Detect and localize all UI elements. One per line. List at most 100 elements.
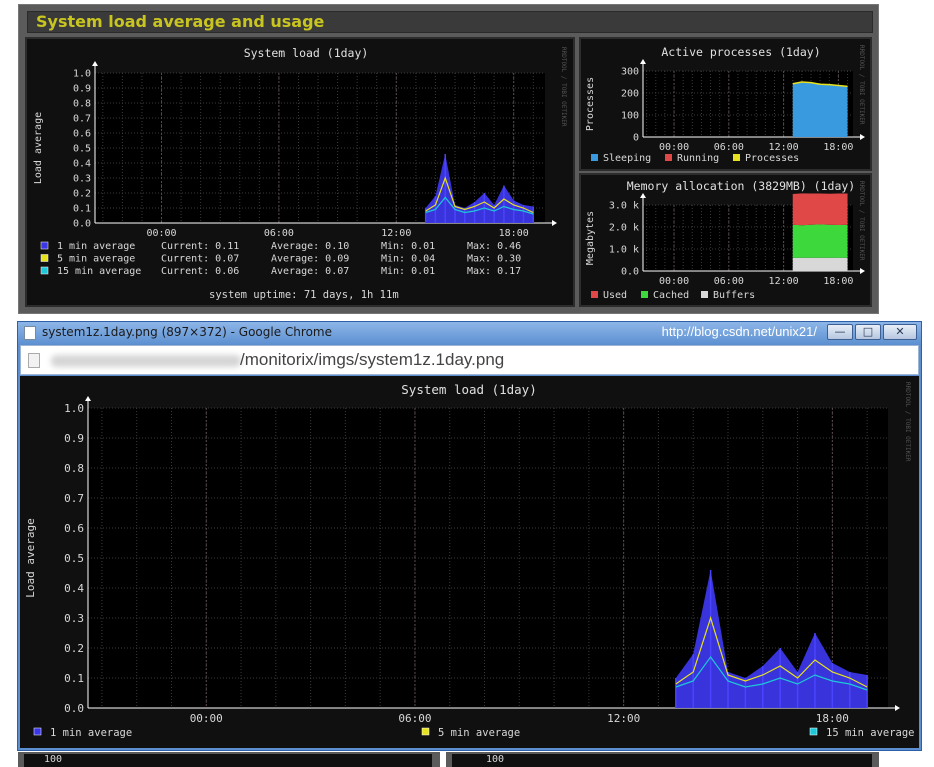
page-icon — [24, 326, 36, 340]
monitorix-dashboard: System load average and usage 1.0 0.9 0.8 0… — [18, 4, 879, 314]
y-axis-arrow — [640, 59, 646, 64]
series-area-cached — [792, 224, 848, 258]
legend-label: 5 min average — [57, 254, 135, 265]
legend-average: Average: 0.07 — [271, 266, 349, 277]
y-tick-label: 0.6 — [64, 522, 84, 535]
next-row-left-tick: 100 — [44, 754, 63, 765]
y-tick-label: 0.5 — [64, 552, 84, 565]
x-axis-arrow — [552, 220, 557, 226]
rrdtool-credit: RRDTOOL / TOBI OETIKER — [858, 45, 865, 125]
x-tick-label: 18:00 — [816, 712, 849, 725]
legend-current: Current: 0.07 — [161, 254, 239, 265]
x-axis-arrow — [860, 268, 865, 274]
window-title: system1z.1day.png (897×372) - Google Chr… — [42, 325, 332, 339]
minimize-button[interactable]: — — [827, 324, 853, 340]
legend-swatch — [33, 727, 42, 736]
y-tick-label: 0.3 — [73, 174, 91, 185]
y-tick-label: 3.0 k — [609, 201, 639, 212]
legend-swatch — [40, 266, 49, 275]
blurred-host — [51, 355, 241, 367]
legend-current: Current: 0.06 — [161, 266, 239, 277]
x-tick-label: 12:00 — [381, 228, 411, 239]
y-tick-label: 0.0 — [73, 219, 91, 230]
chart-title: System load (1day) — [244, 46, 369, 60]
y-tick-label: 100 — [621, 111, 639, 122]
section-title: System load average and usage — [27, 11, 873, 33]
x-tick-label: 00:00 — [659, 276, 689, 287]
x-tick-label: 12:00 — [769, 142, 799, 153]
legend-label: Cached — [653, 290, 689, 301]
next-row-right-tick: 100 — [486, 754, 505, 765]
legend-swatch — [701, 291, 708, 298]
legend-swatch — [591, 291, 598, 298]
maximize-button[interactable]: □ — [855, 324, 881, 340]
memory-allocation-chart: 3.0 k 2.0 k 1.0 k 0.0 00:00 06:00 12:00 18:00 Me… — [585, 179, 865, 301]
x-tick-label: 00:00 — [659, 142, 689, 153]
legend-swatch — [591, 154, 598, 161]
legend-swatch — [40, 241, 49, 250]
y-tick-label: 0.2 — [73, 189, 91, 200]
legend-max: Max: 0.30 — [467, 254, 521, 265]
legend-min: Min: 0.01 — [381, 266, 435, 277]
legend-min: Min: 0.01 — [381, 241, 435, 252]
overlay-url-text: http://blog.csdn.net/unix21/ — [661, 324, 817, 339]
legend-current: Current: 0.11 — [161, 241, 239, 252]
y-tick-label: 0.8 — [73, 99, 91, 110]
window-titlebar[interactable]: system1z.1day.png (897×372) - Google Chr… — [18, 322, 921, 344]
y-tick-label: 200 — [621, 89, 639, 100]
legend-label: 5 min average — [438, 727, 520, 739]
y-tick-label: 0.6 — [73, 129, 91, 140]
y-tick-label: 0.2 — [64, 642, 84, 655]
address-text[interactable]: /monitorix/imgs/system1z.1day.png — [240, 350, 504, 370]
legend-label: Buffers — [713, 290, 755, 301]
chrome-window[interactable]: system1z.1day.png (897×372) - Google Chr… — [17, 321, 922, 751]
y-tick-label: 0.7 — [64, 492, 84, 505]
x-axis-arrow — [895, 705, 900, 711]
y-axis-arrow — [92, 61, 98, 66]
uptime-text: system uptime: 71 days, 1h 11m — [209, 289, 399, 301]
x-tick-label: 06:00 — [714, 276, 744, 287]
legend-swatch — [665, 154, 672, 161]
system-load-chart: 1.0 0.9 0.8 0.7 0.6 0.5 0.4 0.3 0.2 0.1 0.0 00:00 06… — [33, 46, 567, 277]
y-tick-label: 1.0 k — [609, 245, 639, 256]
y-axis-arrow — [85, 396, 91, 401]
y-tick-label: 300 — [621, 67, 639, 78]
x-tick-label: 12:00 — [607, 712, 640, 725]
series-area-used — [792, 193, 848, 226]
y-tick-label: 1.0 — [73, 69, 91, 80]
memory-allocation-panel[interactable]: 3.0 k 2.0 k 1.0 k 0.0 00:00 06:00 12:00 18:00 Me… — [579, 173, 872, 307]
x-tick-label: 18:00 — [823, 276, 853, 287]
legend-swatch — [733, 154, 740, 161]
y-tick-label: 0.0 — [621, 267, 639, 278]
legend-average: Average: 0.10 — [271, 241, 349, 252]
legend-max: Max: 0.17 — [467, 266, 521, 277]
legend-label: Sleeping — [603, 153, 651, 164]
y-axis-label: Load average — [33, 112, 44, 184]
page-icon — [28, 353, 40, 368]
legend-label: Running — [677, 153, 719, 164]
y-tick-label: 0.4 — [64, 582, 84, 595]
system-load-panel[interactable]: 1.0 0.9 0.8 0.7 0.6 0.5 0.4 0.3 0.2 0.1 0.0 00:00 06… — [25, 37, 575, 307]
y-tick-label: 0.9 — [73, 84, 91, 95]
next-row-right-sliver: 100 — [446, 752, 879, 767]
legend-label: 15 min average — [826, 727, 915, 739]
y-tick-label: 2.0 k — [609, 223, 639, 234]
address-bar[interactable]: /monitorix/imgs/system1z.1day.png — [20, 345, 919, 375]
legend-label: 15 min average — [57, 266, 141, 277]
legend-label: 1 min average — [57, 241, 135, 252]
image-viewport[interactable]: 1.0 0.9 0.8 0.7 0.6 0.5 0.4 0.3 0.2 0.1 0.0 00:00 06… — [20, 376, 919, 748]
close-button[interactable]: ✕ — [883, 324, 917, 340]
x-tick-label: 00:00 — [146, 228, 176, 239]
x-tick-label: 00:00 — [190, 712, 223, 725]
x-axis-arrow — [860, 134, 865, 140]
legend-swatch — [641, 291, 648, 298]
legend-swatch — [40, 254, 49, 262]
y-tick-label: 0 — [633, 133, 639, 144]
x-tick-label: 06:00 — [398, 712, 431, 725]
y-tick-label: 0.1 — [64, 672, 84, 685]
y-tick-label: 0.0 — [64, 702, 84, 715]
legend-average: Average: 0.09 — [271, 254, 349, 265]
x-tick-label: 06:00 — [714, 142, 744, 153]
rrdtool-credit: RRDTOOL / TOBI OETIKER — [858, 181, 865, 261]
active-processes-panel[interactable]: 300 200 100 0 00:00 06:00 12:00 18:00 Active pro… — [579, 37, 872, 171]
